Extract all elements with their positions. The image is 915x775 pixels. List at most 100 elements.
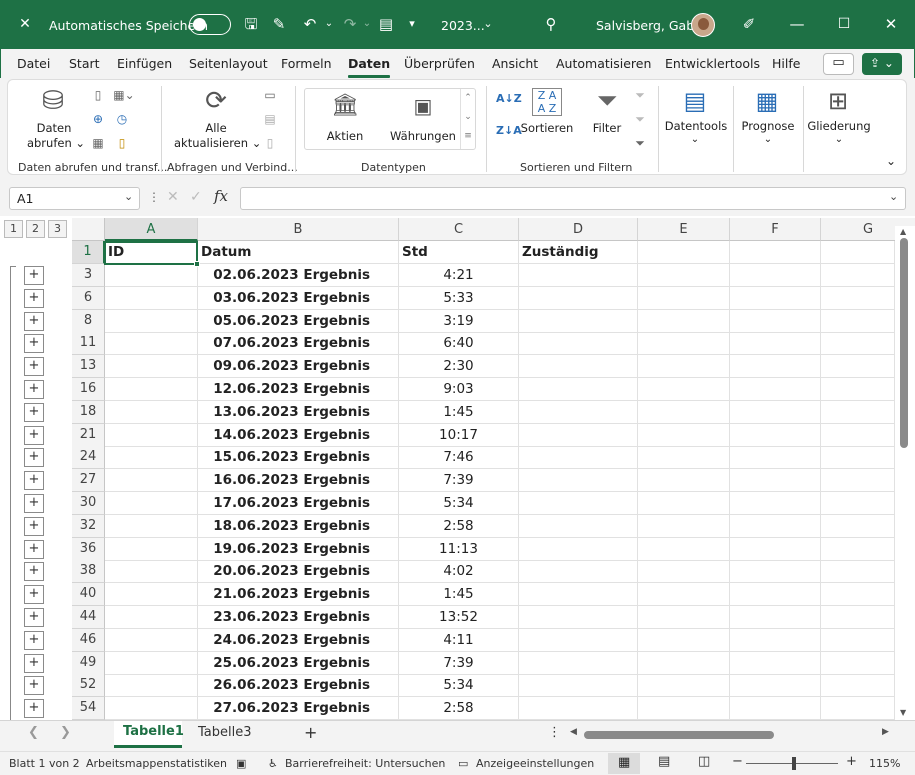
cell[interactable] [821,446,895,470]
cell[interactable] [105,446,198,470]
expand-group-button[interactable]: + [24,562,44,582]
user-name[interactable]: Salvisberg, Gaby [596,18,702,33]
date-cell[interactable]: 14.06.2023 Ergebnis [198,423,399,447]
from-range-icon[interactable]: ▦ [90,136,106,150]
cell[interactable] [638,537,730,561]
cell[interactable] [821,537,895,561]
cell[interactable] [821,286,895,310]
cell[interactable] [519,423,638,447]
search-icon[interactable]: ⚲ [541,14,561,34]
cell[interactable] [638,355,730,379]
outline-level-3[interactable]: 3 [48,220,67,238]
row-header[interactable]: 16 [72,378,105,401]
cell[interactable] [105,628,198,652]
cell[interactable] [105,423,198,447]
cell[interactable] [638,674,730,698]
scroll-down-icon[interactable]: ▼ [900,708,906,717]
cell[interactable] [730,583,821,607]
hours-cell[interactable]: 5:34 [399,492,519,515]
header-cell-std[interactable]: Std [399,241,519,264]
date-cell[interactable]: 25.06.2023 Ergebnis [198,651,399,675]
data-tools-dropdown-icon[interactable]: ⌄ [688,134,702,145]
expand-group-button[interactable]: + [24,311,44,331]
outline-level-1[interactable]: 1 [4,220,23,238]
cell[interactable] [730,241,821,264]
hours-cell[interactable]: 4:11 [399,628,519,652]
cell[interactable] [105,606,198,629]
select-all-corner[interactable] [72,218,105,241]
hours-cell[interactable]: 7:39 [399,469,519,493]
row-header[interactable]: 44 [72,606,105,629]
row-header[interactable]: 18 [72,400,105,424]
cell[interactable] [730,423,821,447]
scroll-right-icon[interactable]: ▶ [882,727,889,737]
cell[interactable] [105,264,198,287]
date-cell[interactable]: 23.06.2023 Ergebnis [198,606,399,629]
cell[interactable] [730,332,821,356]
date-cell[interactable]: 07.06.2023 Ergebnis [198,332,399,356]
cell[interactable] [730,355,821,379]
cell[interactable] [730,492,821,515]
filename-chevron-icon[interactable]: ⌄ [481,14,495,34]
row-header[interactable]: 36 [72,537,105,561]
cell[interactable] [519,560,638,584]
cell[interactable] [638,651,730,675]
expand-group-button[interactable]: + [24,448,44,468]
row-header[interactable]: 8 [72,309,105,333]
cell[interactable] [105,697,198,721]
cell[interactable] [519,400,638,424]
collapse-ribbon-icon[interactable]: ⌄ [884,154,898,168]
properties-icon[interactable]: ▤ [262,112,278,126]
hours-cell[interactable]: 11:13 [399,537,519,561]
cell[interactable] [105,309,198,333]
row-header[interactable]: 13 [72,355,105,379]
row-header[interactable]: 3 [72,264,105,287]
macro-icon[interactable]: ▣ [236,757,246,770]
forecast-dropdown-icon[interactable]: ⌄ [761,134,775,145]
cell[interactable] [821,492,895,515]
get-data-label-1[interactable]: Daten [32,121,76,135]
cell[interactable] [821,400,895,424]
cell[interactable] [105,400,198,424]
enter-icon[interactable]: ✓ [190,189,202,205]
cell[interactable] [638,264,730,287]
cell[interactable] [821,378,895,401]
forecast-button[interactable]: Prognose [738,119,798,133]
hours-cell[interactable]: 1:45 [399,583,519,607]
add-sheet-icon[interactable]: + [304,723,317,742]
hours-cell[interactable]: 3:19 [399,309,519,333]
hours-cell[interactable]: 7:39 [399,651,519,675]
cell[interactable] [105,355,198,379]
zoom-slider-thumb[interactable] [792,757,796,770]
page-layout-icon[interactable]: ▤ [658,754,670,769]
tab-einfuegen[interactable]: Einfügen [117,56,172,71]
workbook-stats[interactable]: Arbeitsmappenstatistiken [86,757,227,770]
cell[interactable] [821,355,895,379]
date-cell[interactable]: 17.06.2023 Ergebnis [198,492,399,515]
column-header-c[interactable]: C [399,218,519,241]
cell[interactable] [105,651,198,675]
refresh-all-button[interactable]: aktualisieren ⌄ [174,136,261,150]
next-sheet-icon[interactable]: ❯ [60,725,71,740]
from-table-icon[interactable]: ▦⌄ [112,88,136,102]
hours-cell[interactable]: 5:33 [399,286,519,310]
header-cell-zustaendig[interactable]: Zuständig [519,241,638,264]
cell[interactable] [730,697,821,721]
close-icon[interactable]: ✕ [881,14,901,34]
cell[interactable] [638,560,730,584]
header-cell-datum[interactable]: Datum [198,241,399,264]
cell[interactable] [821,264,895,287]
cell[interactable] [730,674,821,698]
cell[interactable] [638,583,730,607]
column-header-b[interactable]: B [198,218,399,241]
cell[interactable] [638,469,730,493]
cell[interactable] [821,697,895,721]
row-header[interactable]: 54 [72,697,105,721]
from-text-icon[interactable]: ▯ [90,88,106,102]
column-header-a[interactable]: A [105,218,198,241]
cell[interactable] [821,606,895,629]
cell[interactable] [105,514,198,538]
cell[interactable] [730,378,821,401]
date-cell[interactable]: 03.06.2023 Ergebnis [198,286,399,310]
cell[interactable] [730,514,821,538]
